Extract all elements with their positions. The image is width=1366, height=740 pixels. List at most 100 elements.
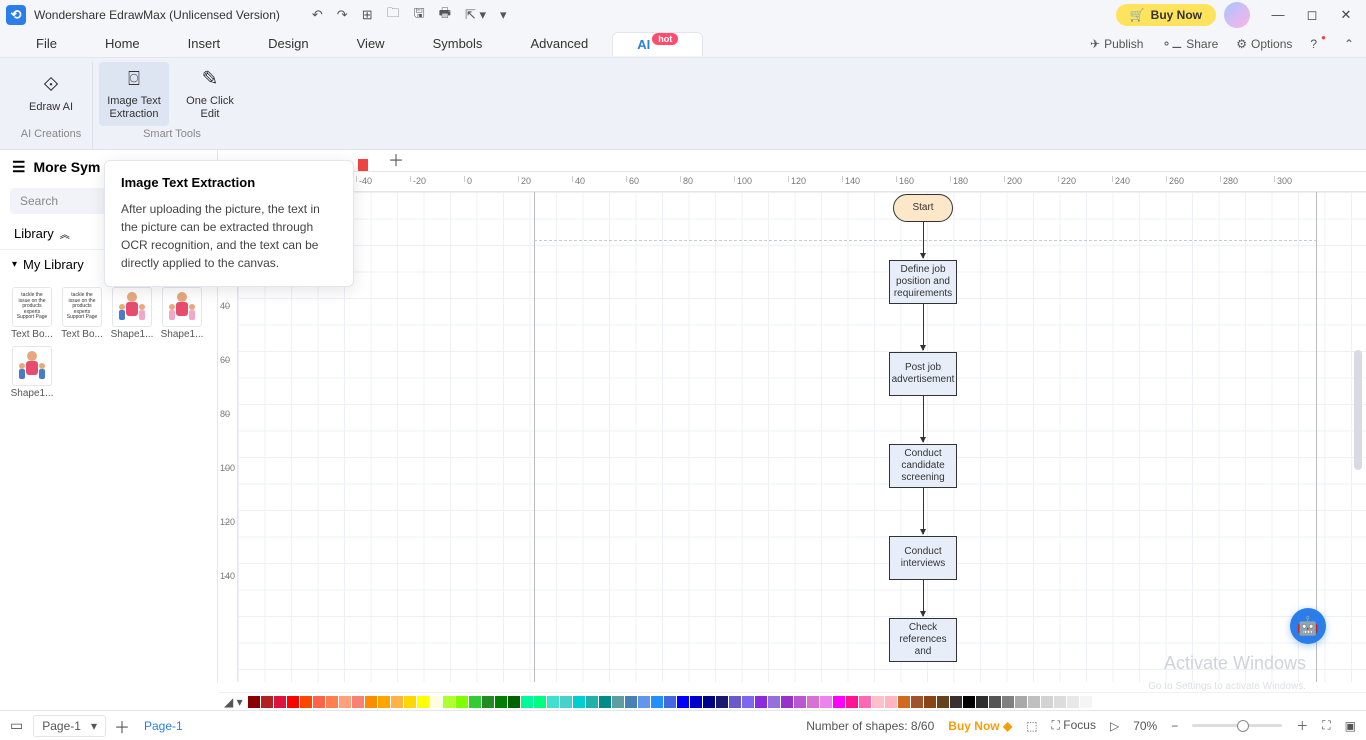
- color-swatch[interactable]: [1080, 696, 1092, 708]
- color-swatch[interactable]: [664, 696, 676, 708]
- color-swatch[interactable]: [482, 696, 494, 708]
- user-avatar[interactable]: [1224, 2, 1250, 28]
- color-swatch[interactable]: [859, 696, 871, 708]
- color-swatch[interactable]: [417, 696, 429, 708]
- color-swatch[interactable]: [261, 696, 273, 708]
- color-swatch[interactable]: [365, 696, 377, 708]
- color-swatch[interactable]: [573, 696, 585, 708]
- collapse-ribbon-button[interactable]: ⌃: [1344, 37, 1354, 51]
- color-swatch[interactable]: [339, 696, 351, 708]
- color-swatch[interactable]: [274, 696, 286, 708]
- shape-thumb[interactable]: tackle the issue on the products experts…: [10, 287, 54, 340]
- color-swatch[interactable]: [1002, 696, 1014, 708]
- color-swatch[interactable]: [625, 696, 637, 708]
- menu-home[interactable]: Home: [81, 32, 164, 55]
- one-click-edit-button[interactable]: ✎ One Click Edit: [175, 62, 245, 126]
- color-swatch[interactable]: [1015, 696, 1027, 708]
- maximize-button[interactable]: ◻: [1298, 7, 1326, 23]
- color-swatch[interactable]: [690, 696, 702, 708]
- help-button[interactable]: ?●: [1310, 37, 1326, 51]
- flowchart-node-4[interactable]: Conduct interviews: [889, 536, 957, 580]
- color-swatch[interactable]: [885, 696, 897, 708]
- color-swatch[interactable]: [352, 696, 364, 708]
- color-swatch[interactable]: [937, 696, 949, 708]
- flowchart-start[interactable]: Start: [893, 194, 953, 222]
- menu-insert[interactable]: Insert: [164, 32, 245, 55]
- color-swatch[interactable]: [248, 696, 260, 708]
- play-icon[interactable]: ▷: [1110, 719, 1119, 733]
- focus-button[interactable]: ⛶ Focus: [1052, 718, 1096, 733]
- flowchart-node-2[interactable]: Post job advertisement: [889, 352, 957, 396]
- caret-down-icon[interactable]: ▾: [12, 259, 17, 270]
- layers-icon[interactable]: ⬚: [1026, 719, 1037, 733]
- fit-page-icon[interactable]: ⛶: [1322, 718, 1330, 733]
- layout-icon[interactable]: ▭: [10, 717, 23, 734]
- export-icon[interactable]: ⇱ ▾: [465, 7, 486, 23]
- color-swatch[interactable]: [820, 696, 832, 708]
- menu-view[interactable]: View: [333, 32, 409, 55]
- color-swatch[interactable]: [872, 696, 884, 708]
- print-icon[interactable]: 🖶: [439, 4, 451, 26]
- flowchart-node-5[interactable]: Check references and: [889, 618, 957, 662]
- shape-thumb[interactable]: Shape1...: [110, 287, 154, 340]
- color-swatch[interactable]: [599, 696, 611, 708]
- save-icon[interactable]: 🖫: [414, 4, 425, 26]
- menu-file[interactable]: File: [12, 32, 81, 55]
- color-swatch[interactable]: [833, 696, 845, 708]
- shape-thumb[interactable]: Shape1...: [160, 287, 204, 340]
- canvas[interactable]: Start Define job position and requiremen…: [238, 192, 1366, 682]
- options-button[interactable]: ⚙Options: [1236, 37, 1292, 51]
- flowchart-node-1[interactable]: Define job position and requirements: [889, 260, 957, 304]
- color-swatch[interactable]: [391, 696, 403, 708]
- zoom-slider[interactable]: [1192, 724, 1282, 727]
- menu-design[interactable]: Design: [244, 32, 332, 55]
- color-swatch[interactable]: [300, 696, 312, 708]
- menu-advanced[interactable]: Advanced: [506, 32, 612, 55]
- color-swatch[interactable]: [768, 696, 780, 708]
- color-swatch[interactable]: [1067, 696, 1079, 708]
- redo-icon[interactable]: ↷: [337, 7, 348, 23]
- color-swatch[interactable]: [521, 696, 533, 708]
- color-swatch[interactable]: [911, 696, 923, 708]
- color-swatch[interactable]: [742, 696, 754, 708]
- color-swatch[interactable]: [287, 696, 299, 708]
- new-icon[interactable]: ⊞: [362, 7, 373, 23]
- buy-now-status[interactable]: Buy Now ◆: [948, 719, 1012, 733]
- fullscreen-icon[interactable]: ▣: [1345, 719, 1356, 733]
- shape-thumb[interactable]: Shape1...: [10, 346, 54, 399]
- color-swatch[interactable]: [716, 696, 728, 708]
- minimize-button[interactable]: —: [1264, 7, 1292, 23]
- color-swatch[interactable]: [755, 696, 767, 708]
- edraw-ai-button[interactable]: ⟐ Edraw AI: [16, 62, 86, 126]
- color-swatch[interactable]: [443, 696, 455, 708]
- color-swatch[interactable]: [586, 696, 598, 708]
- color-swatch[interactable]: [638, 696, 650, 708]
- color-swatch[interactable]: [898, 696, 910, 708]
- color-swatch[interactable]: [313, 696, 325, 708]
- color-swatch[interactable]: [469, 696, 481, 708]
- page-tab[interactable]: Page-1: [130, 719, 197, 733]
- color-swatch[interactable]: [924, 696, 936, 708]
- color-swatch[interactable]: [404, 696, 416, 708]
- color-swatch[interactable]: [703, 696, 715, 708]
- color-swatch[interactable]: [534, 696, 546, 708]
- color-swatch[interactable]: [963, 696, 975, 708]
- scrollbar-vertical[interactable]: [1354, 350, 1362, 470]
- fill-bucket-icon[interactable]: ◢ ▾: [224, 695, 243, 709]
- color-swatch[interactable]: [378, 696, 390, 708]
- undo-icon[interactable]: ↶: [312, 7, 323, 23]
- color-swatch[interactable]: [950, 696, 962, 708]
- color-swatch[interactable]: [1054, 696, 1066, 708]
- color-swatch[interactable]: [560, 696, 572, 708]
- shape-thumb[interactable]: tackle the issue on the products experts…: [60, 287, 104, 340]
- open-icon[interactable]: 🗀: [387, 4, 400, 26]
- color-swatch[interactable]: [651, 696, 663, 708]
- color-swatch[interactable]: [508, 696, 520, 708]
- color-swatch[interactable]: [612, 696, 624, 708]
- color-swatch[interactable]: [794, 696, 806, 708]
- image-text-extraction-button[interactable]: ⌼ Image Text Extraction: [99, 62, 169, 126]
- share-button[interactable]: ⚬⚊Share: [1161, 37, 1218, 51]
- page-dropdown[interactable]: Page-1 ▾: [33, 715, 106, 737]
- zoom-out-button[interactable]: −: [1171, 719, 1178, 733]
- color-swatch[interactable]: [1041, 696, 1053, 708]
